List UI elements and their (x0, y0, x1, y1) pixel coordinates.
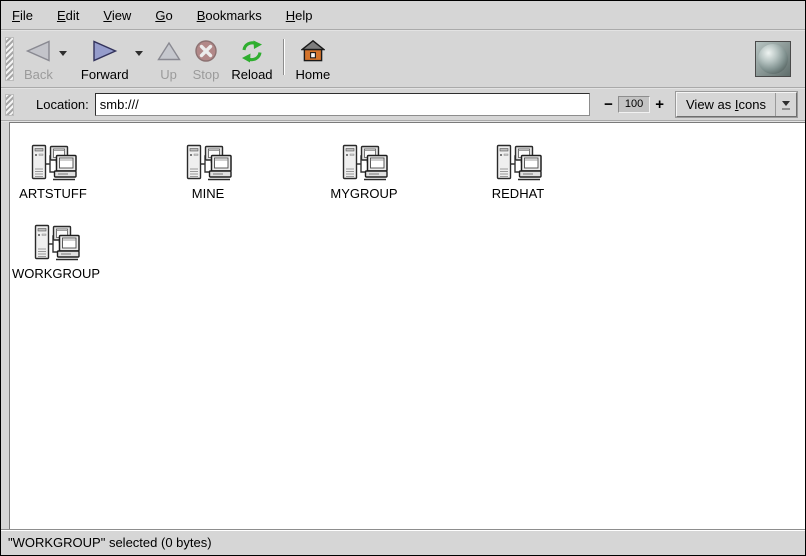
workgroup-item-mine[interactable]: MINE (148, 143, 268, 201)
menu-bookmarks[interactable]: Bookmarks (196, 6, 263, 25)
zoom-controls: − 100 + (604, 96, 664, 113)
location-label: Location: (36, 97, 89, 112)
toolbar-drag-handle[interactable] (5, 37, 14, 81)
icon-view[interactable]: ARTSTUFF MINE MYGROUP REDHAT WORKGROUP (1, 122, 805, 529)
back-icon (25, 36, 51, 66)
up-icon (157, 36, 181, 66)
menu-view[interactable]: View (102, 6, 132, 25)
menu-edit[interactable]: Edit (56, 6, 80, 25)
throbber (755, 41, 791, 77)
location-bar: Location: − 100 + View as Icons (1, 89, 805, 120)
menu-go[interactable]: Go (154, 6, 173, 25)
network-servers-icon (184, 143, 232, 183)
zoom-level-indicator[interactable]: 100 (618, 96, 650, 113)
back-button[interactable]: Back (18, 33, 59, 83)
throbber-sphere-icon (758, 44, 788, 74)
icon-view-canvas[interactable]: ARTSTUFF MINE MYGROUP REDHAT WORKGROUP (9, 122, 805, 529)
workgroup-item-artstuff[interactable]: ARTSTUFF (0, 143, 113, 201)
menu-file[interactable]: File (11, 6, 34, 25)
network-servers-icon (29, 143, 77, 183)
toolbar: Back Forward Up (1, 31, 805, 87)
location-bar-drag-handle[interactable] (5, 94, 14, 116)
dropdown-indicator-icon (776, 100, 796, 110)
status-bar: "WORKGROUP" selected (0 bytes) (1, 529, 805, 555)
forward-icon (92, 36, 118, 66)
view-as-dropdown[interactable]: View as Icons (676, 92, 797, 117)
workgroup-item-redhat[interactable]: REDHAT (458, 143, 578, 201)
icon-label: MYGROUP (330, 186, 397, 201)
network-servers-icon (32, 223, 80, 263)
status-text: "WORKGROUP" selected (0 bytes) (8, 535, 212, 550)
stop-icon (194, 36, 218, 66)
stop-button[interactable]: Stop (187, 33, 226, 85)
home-icon (301, 36, 325, 66)
menubar: File Edit View Go Bookmarks Help (1, 1, 805, 29)
up-button[interactable]: Up (151, 33, 187, 85)
forward-history-dropdown-icon[interactable] (135, 51, 143, 56)
home-button[interactable]: Home (290, 33, 337, 85)
icon-label: ARTSTUFF (19, 186, 87, 201)
reload-button[interactable]: Reload (225, 33, 278, 85)
reload-icon (240, 36, 264, 66)
menu-help[interactable]: Help (285, 6, 314, 25)
icon-label: MINE (192, 186, 225, 201)
file-manager-window: File Edit View Go Bookmarks Help Back Fo… (0, 0, 806, 556)
workgroup-item-workgroup[interactable]: WORKGROUP (0, 223, 116, 281)
zoom-out-button[interactable]: − (604, 97, 613, 112)
network-servers-icon (340, 143, 388, 183)
toolbar-separator (283, 39, 285, 75)
icon-label: REDHAT (492, 186, 544, 201)
zoom-in-button[interactable]: + (655, 97, 664, 112)
workgroup-item-mygroup[interactable]: MYGROUP (304, 143, 424, 201)
icon-label: WORKGROUP (12, 266, 100, 281)
back-history-dropdown-icon[interactable] (59, 51, 67, 56)
network-servers-icon (494, 143, 542, 183)
forward-button[interactable]: Forward (75, 33, 135, 83)
location-input[interactable] (95, 93, 590, 116)
